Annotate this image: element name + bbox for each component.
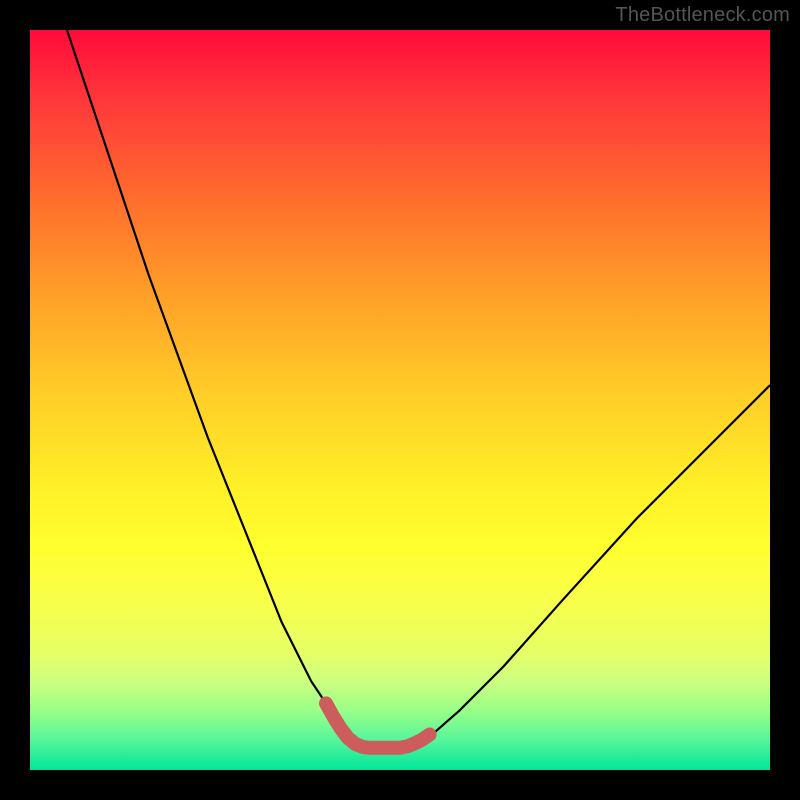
plot-area	[30, 30, 770, 770]
chart-frame: TheBottleneck.com	[0, 0, 800, 800]
bottleneck-curve-path	[67, 30, 770, 748]
watermark-text: TheBottleneck.com	[615, 4, 790, 27]
highlight-band-path	[326, 703, 430, 747]
bottleneck-curve	[30, 30, 770, 770]
